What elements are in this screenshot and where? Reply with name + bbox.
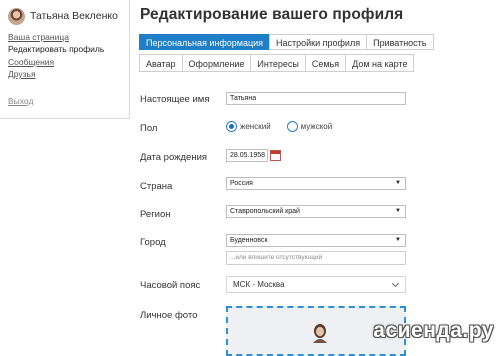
logout-link[interactable]: Выход: [8, 96, 33, 106]
avatar[interactable]: [8, 7, 25, 25]
gender-label: Пол: [140, 123, 158, 134]
gender-male-radio[interactable]: [286, 121, 298, 132]
birth-date-input[interactable]: 28.05.1958: [226, 149, 268, 162]
region-value: Ставропольский край: [230, 208, 300, 215]
city-value: Буденновск: [230, 237, 268, 244]
sidebar-item-edit-profile[interactable]: Редактировать профиль: [8, 43, 104, 55]
sidebar-item-friends[interactable]: Друзья: [8, 68, 104, 80]
dropdown-arrow-icon: ▼: [395, 208, 401, 214]
region-label: Регион: [140, 209, 171, 220]
country-select[interactable]: Россия ▼: [226, 177, 406, 190]
gender-male-label[interactable]: мужской: [301, 122, 333, 131]
birth-date-label: Дата рождения: [140, 152, 208, 163]
sidebar-nav: Ваша страница Редактировать профиль Сооб…: [8, 31, 104, 80]
tab-avatar[interactable]: Аватар: [139, 54, 183, 72]
timezone-value: МСК - Москва: [233, 280, 285, 289]
gender-female-label[interactable]: женский: [240, 122, 271, 131]
page-title: Редактирование вашего профиля: [140, 6, 404, 23]
tab-family[interactable]: Семья: [304, 54, 347, 72]
watermark: асиенда.ру: [373, 319, 494, 342]
sidebar-item-my-page[interactable]: Ваша страница: [8, 31, 104, 43]
city-label: Город: [140, 237, 166, 248]
gender-female-radio[interactable]: [226, 121, 237, 132]
gender-radio-group: женский мужской: [226, 121, 348, 132]
sidebar: Татьяна Векленко Ваша страница Редактиро…: [0, 0, 130, 119]
photo-label: Личное фото: [140, 310, 198, 321]
tab-privacy[interactable]: Приватность: [366, 34, 434, 50]
timezone-label: Часовой пояс: [140, 280, 201, 291]
primary-tabs: Персональная информация Настройки профил…: [139, 34, 434, 50]
dropdown-arrow-icon: ▼: [395, 237, 401, 243]
chevron-down-icon: [391, 279, 400, 288]
tab-appearance[interactable]: Оформление: [181, 54, 252, 72]
city-select[interactable]: Буденновск ▼: [226, 234, 406, 247]
tab-personal-info[interactable]: Персональная информация: [139, 34, 271, 50]
tab-home-on-map[interactable]: Дом на карте: [345, 54, 415, 72]
city-custom-input[interactable]: ...или впишите отсутствующий: [226, 251, 406, 265]
country-label: Страна: [140, 181, 173, 192]
country-value: Россия: [230, 180, 253, 187]
tab-interests[interactable]: Интересы: [250, 54, 306, 72]
sidebar-item-messages[interactable]: Сообщения: [8, 56, 104, 68]
dropdown-arrow-icon: ▼: [395, 180, 401, 186]
real-name-label: Настоящее имя: [140, 94, 210, 105]
region-select[interactable]: Ставропольский край ▼: [226, 205, 406, 218]
tab-profile-settings[interactable]: Настройки профиля: [269, 34, 368, 50]
timezone-select[interactable]: МСК - Москва: [226, 276, 406, 293]
real-name-input[interactable]: Татьяна: [226, 92, 406, 105]
sidebar-user[interactable]: Татьяна Векленко: [8, 7, 118, 25]
user-name[interactable]: Татьяна Векленко: [30, 10, 118, 22]
secondary-tabs: Аватар Оформление Интересы Семья Дом на …: [139, 54, 415, 72]
calendar-icon[interactable]: [270, 150, 281, 161]
person-icon: [313, 324, 327, 343]
